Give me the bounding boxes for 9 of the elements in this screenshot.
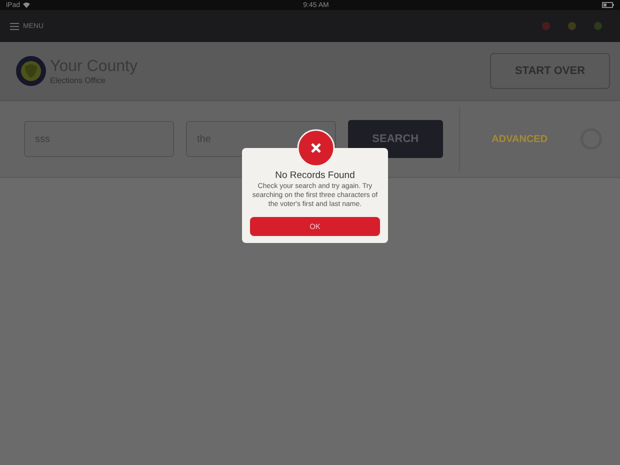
advanced-link[interactable]: ADVANCED xyxy=(486,132,554,146)
dialog-title: No Records Found xyxy=(275,170,355,181)
menu-icon xyxy=(10,22,19,30)
status-dot-icon xyxy=(594,22,602,30)
status-dot-icon xyxy=(542,22,550,30)
status-dot-icon xyxy=(568,22,576,30)
battery-icon xyxy=(602,2,614,8)
shield-logo-icon xyxy=(16,56,46,86)
wifi-icon xyxy=(23,2,30,8)
